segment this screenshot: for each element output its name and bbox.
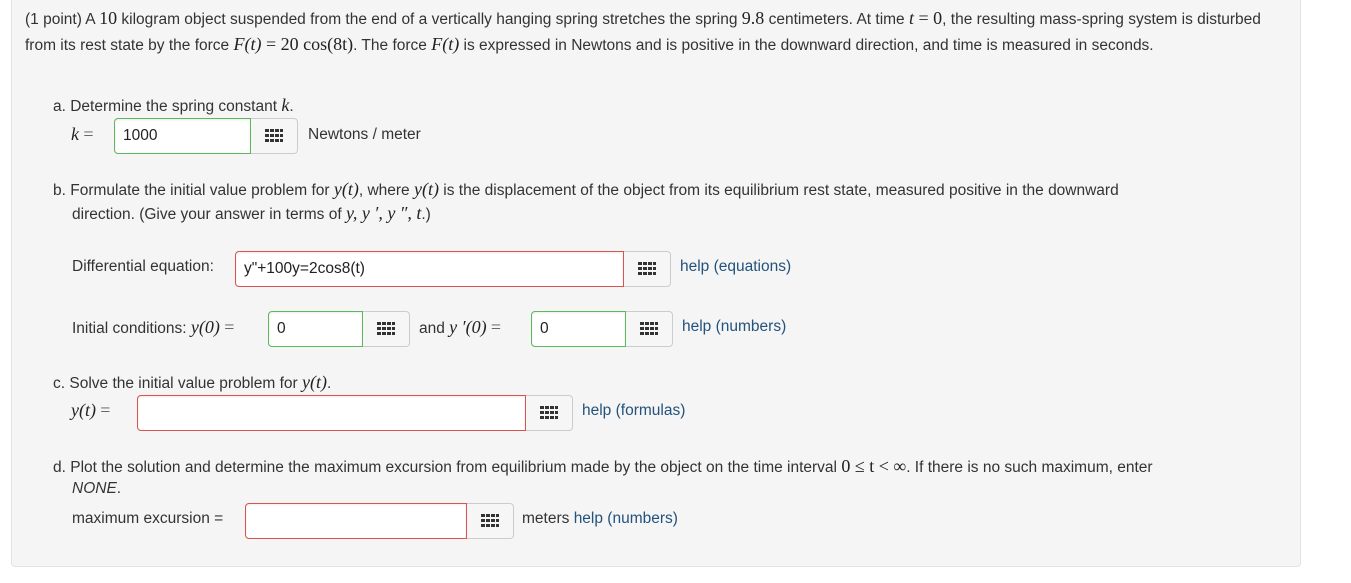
part-c-text: c. Solve the initial value problem for (53, 375, 302, 392)
none-end: . (116, 480, 122, 497)
spring-constant-input[interactable] (114, 118, 251, 154)
intro-text-5: . The force (353, 37, 432, 54)
part-a-prompt: a. Determine the spring constant k. (53, 95, 294, 116)
grid-icon (540, 406, 558, 419)
y-of-t-label: y(t) = (71, 400, 110, 421)
y-of-t-symbol: y(t) (71, 400, 96, 420)
ic-label-text: Initial conditions: (72, 320, 191, 337)
part-d-text-2: . If there is no such maximum, enter (906, 459, 1153, 476)
part-b-var-2: y(t) (413, 179, 439, 199)
grid-icon (638, 262, 656, 275)
part-d-prompt-line-1: d. Plot the solution and determine the m… (53, 456, 1153, 477)
part-b-text-4: direction. (Give your answer in terms of (72, 206, 346, 223)
help-numbers-link-b[interactable]: help (numbers) (682, 318, 786, 336)
part-d-prompt-line-2: NONE. (72, 480, 121, 498)
equation-editor-button-c[interactable] (526, 395, 573, 431)
part-b-var-1: y(t) (333, 179, 359, 199)
equation-editor-button-d[interactable] (467, 503, 514, 539)
part-d-interval: 0 ≤ t < ∞ (841, 456, 907, 476)
ic-yp0-equals: = (490, 317, 502, 337)
meters-units: meters (522, 510, 570, 527)
none-keyword: NONE (72, 480, 117, 497)
force-rhs: 20 cos(8t) (280, 34, 354, 54)
ic-yp0-symbol: y ′(0) (449, 317, 487, 337)
force-name: F(t) (431, 34, 460, 54)
part-b-vars: y, y ′, y ″, t (345, 203, 422, 223)
time-eq: = (914, 8, 934, 28)
grid-icon (481, 514, 499, 527)
problem-panel: (1 point) A 10 kilogram object suspended… (11, 0, 1301, 567)
part-b-text-end: .) (421, 206, 431, 223)
intro-text-6: is expressed in Newtons and is positive … (459, 37, 1154, 54)
intro-text-2: kilogram object suspended from the end o… (117, 11, 742, 28)
intro-text-1: (1 point) A (25, 11, 100, 28)
solution-input[interactable] (137, 395, 526, 431)
initial-velocity-input[interactable] (531, 311, 626, 347)
equation-editor-button-y0[interactable] (363, 311, 410, 347)
grid-icon (377, 322, 395, 335)
part-b-text-1: b. Formulate the initial value problem f… (53, 182, 334, 199)
and-text: and (419, 320, 450, 337)
grid-icon (640, 322, 658, 335)
k-symbol: k (71, 124, 79, 144)
max-excursion-units: meters help (numbers) (522, 510, 678, 528)
max-excursion-input[interactable] (245, 503, 467, 539)
max-excursion-label: maximum excursion = (72, 510, 224, 527)
k-units: Newtons / meter (308, 126, 421, 143)
part-c-text-end: . (326, 375, 332, 392)
force-lhs: F(t) (233, 34, 262, 54)
k-label: k = (71, 124, 93, 145)
part-b-prompt-line-1: b. Formulate the initial value problem f… (53, 179, 1119, 200)
part-c-prompt: c. Solve the initial value problem for y… (53, 372, 331, 393)
k-equals: = (83, 124, 94, 144)
part-b-prompt-line-2: direction. (Give your answer in terms of… (72, 203, 431, 224)
time-zero: 0 (933, 8, 943, 28)
initial-position-input[interactable] (268, 311, 363, 347)
grid-icon (265, 129, 283, 142)
ic-and-label: and y ′(0) = (419, 317, 501, 338)
differential-equation-label: Differential equation: (72, 258, 214, 275)
force-eq: = (261, 34, 281, 54)
help-equations-link[interactable]: help (equations) (680, 258, 791, 276)
y-of-t-equals: = (100, 400, 111, 420)
equation-editor-button-de[interactable] (624, 251, 671, 287)
part-a-prompt-end: . (289, 98, 294, 115)
differential-equation-input[interactable] (235, 251, 624, 287)
ic-y0-symbol: y(0) (190, 317, 220, 337)
help-formulas-link[interactable]: help (formulas) (582, 402, 685, 420)
equation-editor-button-yp0[interactable] (626, 311, 673, 347)
part-b-text-3: is the displacement of the object from i… (438, 182, 1119, 199)
part-b-text-2: , where (358, 182, 414, 199)
part-c-var: y(t) (301, 372, 327, 392)
mass-value: 10 (99, 8, 118, 28)
problem-statement: (1 point) A 10 kilogram object suspended… (25, 6, 1290, 58)
intro-text-3: centimeters. At time (764, 11, 909, 28)
part-a-prompt-text: a. Determine the spring constant (53, 98, 282, 115)
stretch-value: 9.8 (741, 8, 765, 28)
help-numbers-link-d[interactable]: help (numbers) (574, 510, 678, 527)
part-d-text-1: d. Plot the solution and determine the m… (53, 459, 842, 476)
initial-conditions-label: Initial conditions: y(0) = (72, 317, 234, 338)
equation-editor-button-a[interactable] (251, 118, 298, 154)
ic-y0-equals: = (224, 317, 235, 337)
